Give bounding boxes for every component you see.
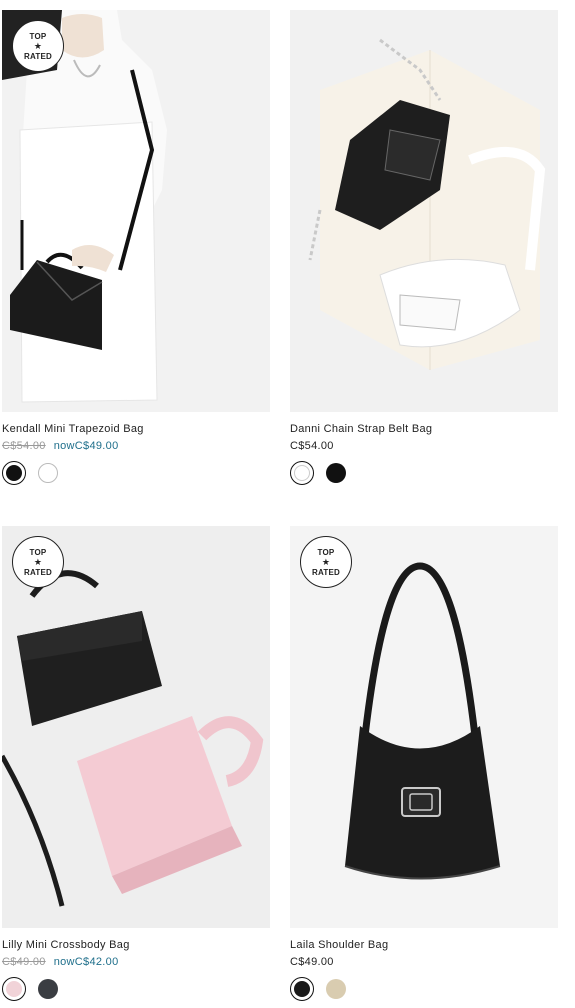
sale-price: C$49.00 bbox=[74, 440, 119, 452]
product-price: C$54.00 bbox=[290, 439, 558, 453]
product-name[interactable]: Laila Shoulder Bag bbox=[290, 938, 558, 952]
original-price: C$49.00 bbox=[2, 956, 46, 968]
top-rated-badge: TOP ★ RATED bbox=[300, 536, 352, 588]
top-rated-badge: TOP ★ RATED bbox=[12, 20, 64, 72]
product-price: C$49.00 nowC$42.00 bbox=[2, 955, 270, 969]
color-swatches bbox=[2, 461, 270, 485]
product-price: C$49.00 bbox=[290, 955, 558, 969]
star-icon: ★ bbox=[321, 556, 331, 567]
now-label: now bbox=[53, 956, 75, 968]
color-swatches bbox=[290, 977, 558, 1001]
star-icon: ★ bbox=[33, 556, 43, 567]
color-swatch-white[interactable] bbox=[290, 461, 314, 485]
now-label: now bbox=[53, 440, 75, 452]
product-card[interactable]: Danni Chain Strap Belt Bag C$54.00 bbox=[290, 10, 558, 485]
color-swatch-black[interactable] bbox=[290, 977, 314, 1001]
product-image[interactable]: TOP ★ RATED bbox=[290, 526, 558, 928]
badge-label-top: TOP bbox=[317, 547, 335, 557]
color-swatch-charcoal[interactable] bbox=[38, 979, 58, 999]
product-name[interactable]: Lilly Mini Crossbody Bag bbox=[2, 938, 270, 952]
regular-price: C$54.00 bbox=[290, 440, 334, 452]
badge-label-top: TOP bbox=[29, 547, 47, 557]
original-price: C$54.00 bbox=[2, 440, 46, 452]
badge-label-rated: RATED bbox=[24, 51, 52, 61]
product-card[interactable]: TOP ★ RATED Laila Shoulder Bag C$49.00 bbox=[290, 526, 558, 1001]
badge-label-top: TOP bbox=[29, 31, 47, 41]
color-swatch-pink[interactable] bbox=[2, 977, 26, 1001]
badge-label-rated: RATED bbox=[24, 567, 52, 577]
color-swatch-black[interactable] bbox=[326, 463, 346, 483]
sale-price: C$42.00 bbox=[74, 956, 119, 968]
product-image[interactable]: TOP ★ RATED bbox=[2, 526, 270, 928]
regular-price: C$49.00 bbox=[290, 956, 334, 968]
product-price: C$54.00 nowC$49.00 bbox=[2, 439, 270, 453]
product-image[interactable]: TOP ★ RATED bbox=[2, 10, 270, 412]
color-swatch-white[interactable] bbox=[38, 463, 58, 483]
product-image[interactable] bbox=[290, 10, 558, 412]
color-swatch-black[interactable] bbox=[2, 461, 26, 485]
product-name[interactable]: Kendall Mini Trapezoid Bag bbox=[2, 422, 270, 436]
product-name[interactable]: Danni Chain Strap Belt Bag bbox=[290, 422, 558, 436]
color-swatch-beige[interactable] bbox=[326, 979, 346, 999]
product-card[interactable]: TOP ★ RATED Kendall Mini Trapezoid Bag C… bbox=[2, 10, 270, 485]
star-icon: ★ bbox=[33, 40, 43, 51]
badge-label-rated: RATED bbox=[312, 567, 340, 577]
color-swatches bbox=[2, 977, 270, 1001]
product-card[interactable]: TOP ★ RATED Lilly Mini Crossbody Bag C$4… bbox=[2, 526, 270, 1001]
color-swatches bbox=[290, 461, 558, 485]
top-rated-badge: TOP ★ RATED bbox=[12, 536, 64, 588]
